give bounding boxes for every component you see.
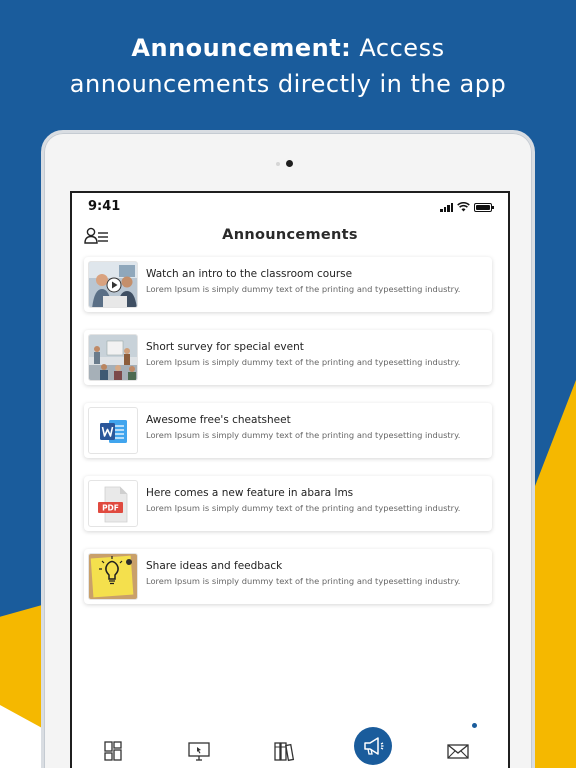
announcement-list: Watch an intro to the classroom course L… <box>84 257 508 622</box>
announcement-card[interactable]: Short survey for special event Lorem Ips… <box>84 330 492 385</box>
dashboard-icon[interactable] <box>100 739 126 763</box>
announcement-title: Share ideas and feedback <box>146 560 283 572</box>
mail-notification-badge <box>472 723 477 728</box>
pdf-document-icon: PDF <box>88 480 138 527</box>
page-title: Announcements <box>222 227 358 243</box>
announcement-description: Lorem Ipsum is simply dummy text of the … <box>146 430 461 440</box>
announcement-card[interactable]: Share ideas and feedback Lorem Ipsum is … <box>84 549 492 604</box>
headline-rest: Access <box>351 34 445 62</box>
announcement-description: Lorem Ipsum is simply dummy text of the … <box>146 503 461 513</box>
video-thumbnail <box>88 261 138 308</box>
status-bar: 9:41 <box>88 199 494 217</box>
announcement-description: Lorem Ipsum is simply dummy text of the … <box>146 357 461 367</box>
camera-icon <box>286 160 293 167</box>
mail-icon[interactable] <box>445 739 471 763</box>
camera-dots <box>276 160 293 167</box>
announcement-card[interactable]: Watch an intro to the classroom course L… <box>84 257 492 312</box>
lightbulb-note-thumbnail <box>88 553 138 600</box>
app-header: Announcements <box>72 223 508 251</box>
megaphone-icon[interactable] <box>354 727 392 765</box>
status-icons <box>440 202 494 212</box>
sensor-dot <box>276 161 280 166</box>
wifi-icon <box>457 202 470 212</box>
announcement-card[interactable]: PDF Here comes a new feature in abara lm… <box>84 476 492 531</box>
app-screen: 9:41 Announcements Watch an intro to the… <box>70 191 510 768</box>
headline-line-1: Announcement: Access <box>0 30 576 66</box>
headline-bold: Announcement: <box>131 34 352 62</box>
announcement-description: Lorem Ipsum is simply dummy text of the … <box>146 284 461 294</box>
battery-icon <box>474 202 494 212</box>
announcement-card[interactable]: Awesome free's cheatsheet Lorem Ipsum is… <box>84 403 492 458</box>
announcement-description: Lorem Ipsum is simply dummy text of the … <box>146 576 461 586</box>
classroom-photo-thumbnail <box>88 334 138 381</box>
monitor-icon[interactable] <box>186 739 212 763</box>
signal-icon <box>440 202 453 212</box>
announcement-title: Short survey for special event <box>146 341 304 353</box>
announcement-title: Awesome free's cheatsheet <box>146 414 291 426</box>
announcement-title: Watch an intro to the classroom course <box>146 268 353 280</box>
library-icon[interactable] <box>272 739 298 763</box>
tablet-frame: 9:41 Announcements Watch an intro to the… <box>41 130 535 768</box>
status-time: 9:41 <box>88 199 121 214</box>
word-document-icon <box>88 407 138 454</box>
headline-line-2: announcements directly in the app <box>69 70 507 98</box>
bottom-tab-bar <box>72 723 508 768</box>
announcement-title: Here comes a new feature in abara lms <box>146 487 354 499</box>
pdf-label: PDF <box>102 504 119 513</box>
promo-headline: Announcement: Access announcements direc… <box>0 30 576 102</box>
